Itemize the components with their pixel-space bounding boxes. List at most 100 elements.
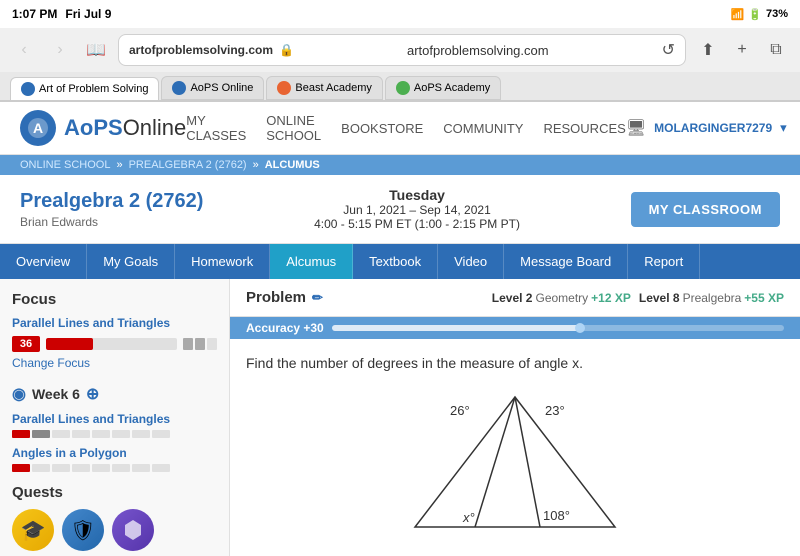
svg-text:26°: 26°	[450, 403, 470, 418]
focus-section: Focus Parallel Lines and Triangles 36 Ch…	[12, 291, 217, 370]
tab-mygoals[interactable]: My Goals	[87, 244, 175, 279]
main-content: Focus Parallel Lines and Triangles 36 Ch…	[0, 279, 800, 556]
tab-label-academy: AoPS Academy	[414, 82, 490, 94]
tab-video[interactable]: Video	[438, 244, 504, 279]
focus-progress: 36	[12, 336, 217, 352]
week-prev-arrow[interactable]: ◉	[12, 384, 26, 404]
accuracy-bar: Accuracy +30	[230, 317, 800, 339]
battery-icon: 🔋	[748, 8, 762, 21]
week-section: ◉ Week 6 ⊕ Parallel Lines and Triangles	[12, 384, 217, 472]
share-button[interactable]: ⬆	[694, 36, 722, 64]
xp-badges: Level 2 Geometry +12 XP Level 8 Prealgeb…	[492, 291, 784, 305]
user-dropdown-icon[interactable]: ▾	[780, 120, 787, 136]
breadcrumb-prealgebra[interactable]: PREALGEBRA 2 (2762)	[129, 159, 247, 171]
focus-topic: Parallel Lines and Triangles	[12, 316, 217, 330]
nav-online-school[interactable]: ONLINE SCHOOL	[266, 113, 321, 143]
tab-messageboard[interactable]: Message Board	[504, 244, 628, 279]
address-aa: artofproblemsolving.com	[129, 43, 273, 57]
url-text: artofproblemsolving.com	[300, 43, 656, 58]
status-time: 1:07 PM	[12, 7, 57, 21]
tab-homework[interactable]: Homework	[175, 244, 270, 279]
address-bar[interactable]: artofproblemsolving.com 🔒 artofproblemso…	[118, 34, 686, 66]
badge-purple[interactable]	[112, 509, 154, 551]
reload-icon[interactable]: ↺	[662, 40, 675, 60]
week-topic-1-label: Parallel Lines and Triangles	[12, 412, 217, 426]
quests-title: Quests	[12, 484, 217, 501]
reader-button[interactable]: 📖	[82, 36, 110, 64]
course-time-range: 4:00 - 5:15 PM ET (1:00 - 2:15 PM PT)	[314, 217, 520, 231]
svg-text:23°: 23°	[545, 403, 565, 418]
tab-aops-main[interactable]: Art of Problem Solving	[10, 77, 159, 100]
focus-score: 36	[12, 336, 40, 352]
nav-my-classes[interactable]: MY CLASSES	[186, 113, 246, 143]
tab-report[interactable]: Report	[628, 244, 700, 279]
focus-bar-fill	[46, 338, 93, 350]
battery-level: 73%	[766, 8, 788, 20]
nav-links: MY CLASSES ONLINE SCHOOL BOOKSTORE COMMU…	[186, 113, 626, 143]
breadcrumb-online-school[interactable]: ONLINE SCHOOL	[20, 159, 110, 171]
app-header: A AoPS Online MY CLASSES ONLINE SCHOOL B…	[0, 102, 800, 155]
quest-badges: 🎓 🛡	[12, 509, 217, 551]
course-instructor: Brian Edwards	[20, 215, 203, 229]
badge-blue[interactable]: 🛡	[62, 509, 104, 551]
triangle-svg: 26° 23° x° 108°	[395, 387, 635, 537]
nav-bookstore[interactable]: BOOKSTORE	[341, 121, 423, 136]
badge-gold[interactable]: 🎓	[12, 509, 54, 551]
tab-textbook[interactable]: Textbook	[353, 244, 438, 279]
nav-resources[interactable]: RESOURCES	[543, 121, 625, 136]
tab-alcumus[interactable]: Alcumus	[270, 244, 353, 279]
left-sidebar: Focus Parallel Lines and Triangles 36 Ch…	[0, 279, 230, 556]
week-progress-1	[12, 430, 217, 438]
tab-icon-aops-online	[172, 81, 186, 95]
svg-text:108°: 108°	[543, 508, 570, 523]
back-button[interactable]: ‹	[10, 36, 38, 64]
right-content: Problem ✏ Level 2 Geometry +12 XP Level …	[230, 279, 800, 556]
wifi-icon: 📶	[731, 8, 745, 21]
logo-icon: A	[20, 110, 56, 146]
status-bar: 1:07 PM Fri Jul 9 📶 🔋 73%	[0, 0, 800, 28]
tab-beast-academy[interactable]: Beast Academy	[266, 76, 382, 100]
change-focus-link[interactable]: Change Focus	[12, 356, 217, 370]
xp-badge-prealgebra: Level 8 Prealgebra +55 XP	[639, 291, 784, 305]
tab-label-aops: Art of Problem Solving	[39, 83, 148, 95]
username[interactable]: MOLARGINGER7279	[654, 121, 772, 135]
focus-bar-bg	[46, 338, 177, 350]
week-next-arrow[interactable]: ⊕	[86, 384, 99, 404]
course-dates: Tuesday Jun 1, 2021 – Sep 14, 2021 4:00 …	[314, 187, 520, 231]
breadcrumb-current: ALCUMUS	[265, 159, 320, 171]
week-label: Week 6	[32, 386, 80, 402]
week-topic-2-label: Angles in a Polygon	[12, 446, 217, 460]
week-progress-2	[12, 464, 217, 472]
course-title: Prealgebra 2 (2762)	[20, 190, 203, 213]
logo-text: AoPS Online	[64, 115, 186, 141]
tab-aops-online[interactable]: AoPS Online	[161, 76, 264, 100]
tabs-button[interactable]: ⧉	[762, 36, 790, 64]
edit-icon[interactable]: ✏	[312, 290, 323, 306]
problem-label: Problem	[246, 289, 306, 306]
tab-overview[interactable]: Overview	[0, 244, 87, 279]
tab-icon-aops	[21, 82, 35, 96]
classroom-button[interactable]: MY CLASSROOM	[631, 192, 780, 227]
add-tab-button[interactable]: +	[728, 36, 756, 64]
week-topic-2: Angles in a Polygon	[12, 446, 217, 472]
breadcrumb: ONLINE SCHOOL » PREALGEBRA 2 (2762) » AL…	[0, 155, 800, 175]
svg-text:A: A	[33, 120, 43, 136]
tab-aops-academy[interactable]: AoPS Academy	[385, 76, 501, 100]
problem-header: Problem ✏ Level 2 Geometry +12 XP Level …	[230, 279, 800, 317]
tab-label-ba: Beast Academy	[295, 82, 371, 94]
breadcrumb-sep2: »	[253, 159, 259, 171]
course-info: Prealgebra 2 (2762) Brian Edwards	[20, 190, 203, 229]
breadcrumb-sep1: »	[116, 159, 122, 171]
monitor-icon: 🖥	[626, 118, 646, 138]
week-topic-1: Parallel Lines and Triangles	[12, 412, 217, 438]
course-nav: Overview My Goals Homework Alcumus Textb…	[0, 244, 800, 279]
problem-question: Find the number of degrees in the measur…	[246, 355, 784, 371]
marker-3	[207, 338, 217, 350]
browser-chrome: ‹ › 📖 artofproblemsolving.com 🔒 artofpro…	[0, 28, 800, 102]
svg-text:x°: x°	[462, 510, 475, 525]
nav-community[interactable]: COMMUNITY	[443, 121, 523, 136]
quests-section: Quests 🎓 🛡	[12, 484, 217, 551]
forward-button[interactable]: ›	[46, 36, 74, 64]
problem-diagram: 26° 23° x° 108°	[246, 387, 784, 537]
accuracy-text: Accuracy +30	[246, 321, 324, 335]
